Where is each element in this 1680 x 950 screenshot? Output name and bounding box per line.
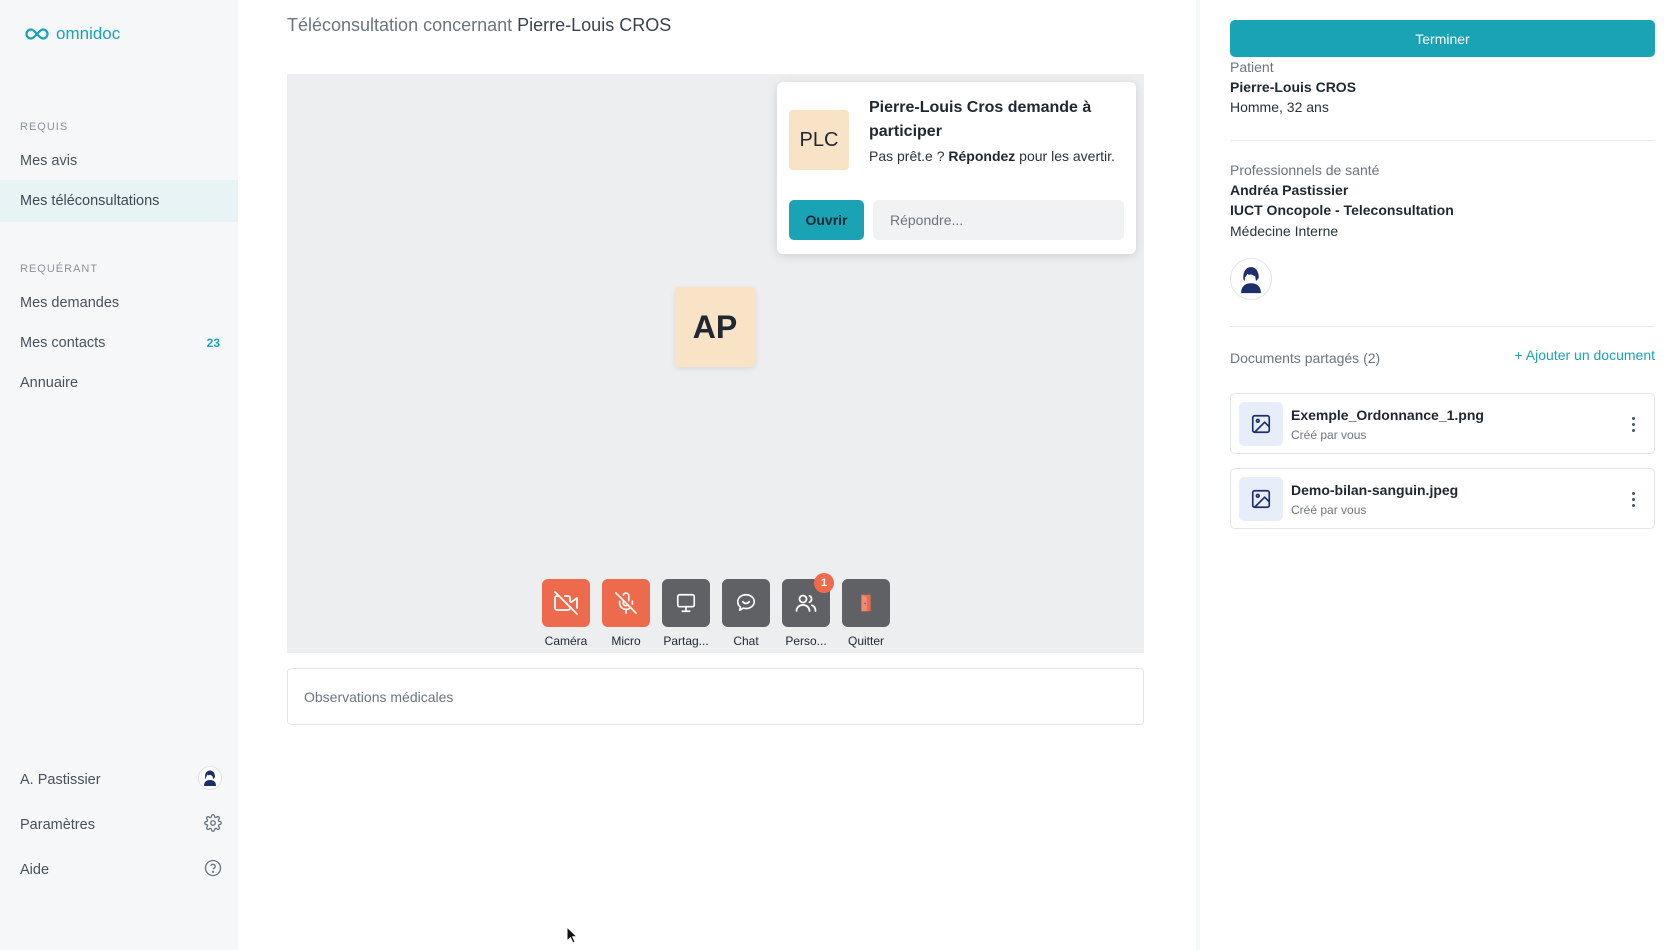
document-name: Exemple_Ordonnance_1.png (1291, 407, 1484, 423)
participants-count-badge: 1 (814, 573, 834, 593)
control-label: Micro (611, 634, 641, 648)
sidebar: omnidoc REQUIS Mes avis Mes téléconsulta… (0, 0, 238, 950)
sidebar-item-label: Mes avis (20, 153, 78, 169)
patient-label: Patient (1230, 59, 1274, 75)
control-label: Chat (733, 634, 759, 648)
screen-share-button[interactable]: Partag... (662, 579, 710, 648)
join-request-title: Pierre-Louis Cros demande à participer (869, 99, 1092, 140)
avatar (1230, 258, 1272, 300)
mic-off-icon (615, 592, 637, 614)
message-bold: Répondez (948, 148, 1016, 164)
document-name: Demo-bilan-sanguin.jpeg (1291, 482, 1459, 498)
document-item[interactable]: Demo-bilan-sanguin.jpeg Créé par vous (1230, 468, 1655, 529)
image-file-icon (1239, 402, 1283, 446)
document-meta: Créé par vous (1291, 503, 1367, 517)
shared-documents-label: Documents partagés (2) (1230, 350, 1381, 366)
exit-door-icon (861, 594, 871, 612)
self-video-tile: AP (675, 287, 755, 367)
settings-label: Paramètres (20, 817, 95, 833)
sidebar-item-mes-avis[interactable]: Mes avis (0, 140, 238, 182)
control-label: Caméra (544, 634, 588, 648)
sidebar-item-label: Mes contacts (20, 335, 106, 351)
open-button[interactable]: Ouvrir (789, 200, 864, 240)
help-circle-icon (204, 859, 222, 881)
control-label: Partag... (663, 634, 709, 648)
avatar (198, 766, 222, 794)
reply-input[interactable] (873, 200, 1124, 240)
sidebar-item-label: Mes demandes (20, 295, 120, 311)
leave-call-button[interactable]: Quitter (842, 579, 890, 648)
camera-button-face[interactable] (542, 579, 590, 627)
professional-name: Andréa Pastissier (1230, 182, 1349, 198)
omnidoc-logo[interactable]: omnidoc (24, 24, 120, 44)
control-label: Perso... (785, 634, 827, 648)
end-consultation-button[interactable]: Terminer (1230, 20, 1655, 57)
settings-link[interactable]: Paramètres (0, 805, 238, 845)
professional-specialty: Médecine Interne (1230, 223, 1339, 239)
video-area: AP PLC Pierre-Louis Cros demande à parti… (287, 74, 1144, 653)
consultation-details-panel: Terminer Patient Pierre-Louis CROS Homme… (1196, 0, 1680, 950)
patient-name: Pierre-Louis CROS (1230, 79, 1357, 95)
gear-icon (204, 814, 222, 836)
add-document-link[interactable]: + Ajouter un document (1515, 347, 1656, 363)
medical-observations-field[interactable] (287, 668, 1144, 725)
message-after: pour les avertir. (1015, 148, 1115, 164)
message-before: Pas prêt.e ? (869, 148, 949, 164)
brand-name: omnidoc (56, 24, 121, 43)
page-title-prefix: Téléconsultation concernant (287, 15, 513, 35)
sidebar-item-label: Annuaire (20, 375, 79, 391)
control-label: Quitter (847, 634, 884, 648)
page-title: Téléconsultation concernant Pierre-Louis… (287, 15, 671, 36)
add-document-label: Ajouter un document (1525, 347, 1655, 363)
divider (1230, 140, 1655, 141)
sidebar-item-annuaire[interactable]: Annuaire (0, 362, 238, 404)
user-profile-link[interactable]: A. Pastissier (0, 760, 238, 800)
page-title-patient: Pierre-Louis CROS (517, 15, 672, 35)
divider (1230, 326, 1655, 327)
help-link[interactable]: Aide (0, 850, 238, 890)
more-options-icon[interactable] (1630, 412, 1636, 436)
sidebar-item-mes-demandes[interactable]: Mes demandes (0, 282, 238, 324)
chat-button-face[interactable] (722, 579, 770, 627)
call-controls: Caméra Micro Partag... Chat 1 Perso... Q… (542, 573, 890, 648)
section-label-requis: REQUIS (20, 121, 69, 133)
section-label-requerant: REQUÉRANT (20, 263, 99, 275)
join-request-popup: PLC Pierre-Louis Cros demande à particip… (777, 82, 1136, 254)
professionals-label: Professionnels de santé (1230, 162, 1380, 178)
image-file-icon (1239, 477, 1283, 521)
people-icon (795, 594, 817, 612)
chat-icon (736, 593, 756, 612)
help-label: Aide (20, 862, 50, 878)
mouse-cursor-icon (566, 926, 578, 944)
screen-share-icon (676, 593, 696, 613)
participants-button-face[interactable]: 1 (782, 573, 834, 627)
user-name: A. Pastissier (20, 772, 101, 788)
professional-organization: IUCT Oncopole - Teleconsultation (1230, 202, 1454, 218)
camera-toggle-button[interactable]: Caméra (542, 579, 590, 648)
chat-button[interactable]: Chat (722, 579, 770, 648)
contacts-count-badge: 23 (206, 336, 220, 350)
camera-off-icon (554, 591, 578, 615)
infinity-logo-icon (25, 28, 49, 40)
mic-button-face[interactable] (602, 579, 650, 627)
document-item[interactable]: Exemple_Ordonnance_1.png Créé par vous (1230, 393, 1655, 454)
patient-info: Homme, 32 ans (1230, 99, 1329, 115)
more-options-icon[interactable] (1630, 487, 1636, 511)
join-request-message: Pas prêt.e ? Répondez pour les avertir. (869, 146, 1124, 166)
document-meta: Créé par vous (1291, 428, 1367, 442)
sidebar-item-mes-teleconsultations[interactable]: Mes téléconsultations (0, 180, 238, 222)
plus-icon: + (1514, 347, 1526, 363)
sidebar-item-mes-contacts[interactable]: Mes contacts 23 (0, 322, 238, 364)
mic-toggle-button[interactable]: Micro (602, 579, 650, 648)
participants-button[interactable]: 1 Perso... (782, 573, 834, 648)
leave-button-face[interactable] (842, 579, 890, 627)
requester-avatar: PLC (789, 110, 849, 170)
sidebar-item-label: Mes téléconsultations (20, 193, 160, 209)
share-button-face[interactable] (662, 579, 710, 627)
